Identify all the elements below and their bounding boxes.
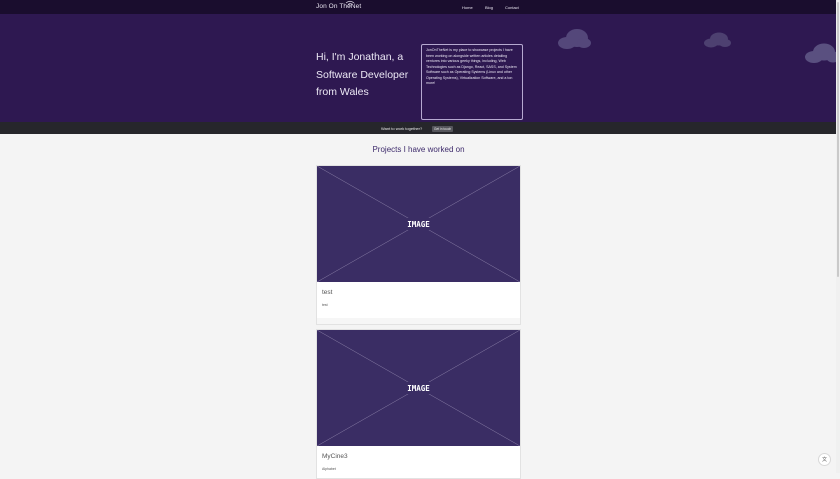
- image-placeholder: IMAGE: [317, 166, 520, 282]
- project-description: test: [322, 303, 328, 307]
- hero-section: Hi, I'm Jonathan, a Software Developer f…: [0, 14, 840, 122]
- wifi-icon: [345, 0, 355, 7]
- projects-heading: Projects I have worked on: [372, 145, 465, 154]
- hero-heading: Hi, I'm Jonathan, a Software Developer f…: [316, 51, 409, 98]
- card-footer: [317, 318, 520, 324]
- get-in-touch-button[interactable]: Get in touch: [432, 125, 454, 132]
- cloud-decoration: [558, 29, 591, 49]
- project-title[interactable]: test: [322, 289, 332, 296]
- project-description: Alphabet: [322, 467, 336, 471]
- translate-icon: 文: [821, 457, 827, 463]
- cloud-decoration: [805, 43, 840, 63]
- cloud-decoration: [704, 32, 731, 48]
- scrollbar-thumb[interactable]: [837, 2, 839, 277]
- navbar: Jon On TheNet Home Blog Contact: [0, 0, 840, 14]
- project-card[interactable]: IMAGE MyCine3 Alphabet: [316, 329, 521, 479]
- hero-about-text: JonOnTheNet is my place to showcase proj…: [421, 44, 523, 120]
- project-card[interactable]: IMAGE test test: [316, 165, 521, 325]
- cta-bar: Want to work together? Get in touch: [0, 122, 840, 134]
- image-placeholder: IMAGE: [317, 330, 520, 446]
- nav-home-link[interactable]: Home: [462, 5, 473, 10]
- image-placeholder-label: IMAGE: [407, 220, 430, 229]
- translate-button[interactable]: 文: [818, 453, 831, 466]
- nav-blog-link[interactable]: Blog: [485, 5, 493, 10]
- project-title[interactable]: MyCine3: [322, 453, 348, 460]
- nav-contact-link[interactable]: Contact: [505, 5, 519, 10]
- image-placeholder-label: IMAGE: [407, 384, 430, 393]
- cta-text: Want to work together?: [381, 126, 423, 131]
